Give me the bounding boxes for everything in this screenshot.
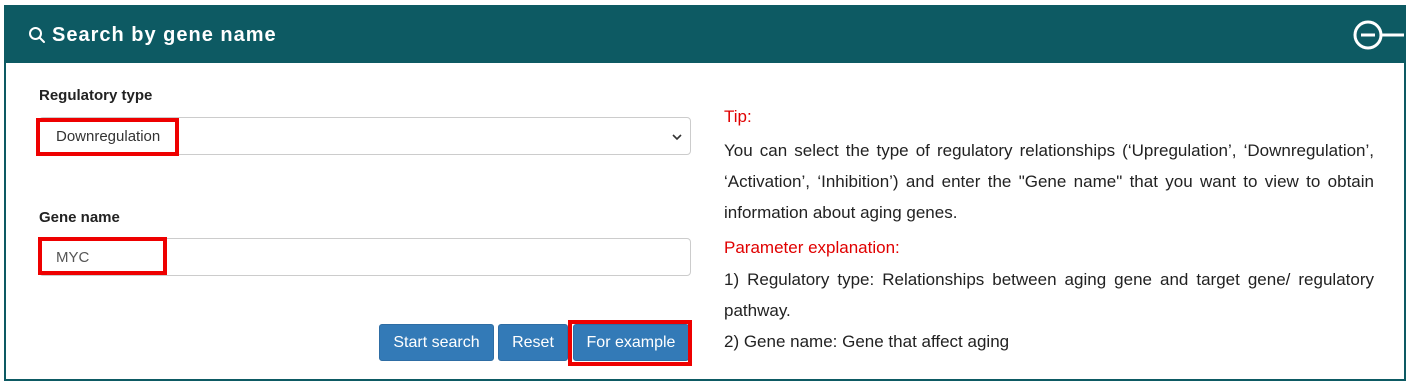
start-search-button[interactable]: Start search [379, 324, 494, 361]
tip-title: Tip: [724, 107, 752, 126]
panel-header: Search by gene name [6, 7, 1404, 63]
tip-text: You can select the type of regulatory re… [724, 141, 1374, 222]
gene-name-label: Gene name [39, 209, 120, 226]
search-icon [29, 27, 45, 43]
panel-title: Search by gene name [52, 24, 277, 46]
search-panel: Search by gene name Regulatory type Down… [4, 5, 1406, 381]
parameter-item-regulatory-type: 1) Regulatory type: Relationships betwee… [724, 270, 1374, 320]
minus-circle-icon[interactable] [1352, 19, 1404, 51]
regulatory-type-value: Downregulation [56, 128, 161, 145]
for-example-button[interactable]: For example [573, 324, 689, 361]
parameter-explanation-title: Parameter explanation: [724, 238, 900, 257]
gene-name-input[interactable] [39, 238, 691, 276]
regulatory-type-select[interactable]: Downregulation [39, 117, 691, 155]
reset-button[interactable]: Reset [498, 324, 568, 361]
regulatory-type-label: Regulatory type [39, 87, 153, 104]
parameter-item-gene-name: 2) Gene name: Gene that affect aging [724, 332, 1010, 351]
chevron-down-icon [672, 134, 682, 141]
